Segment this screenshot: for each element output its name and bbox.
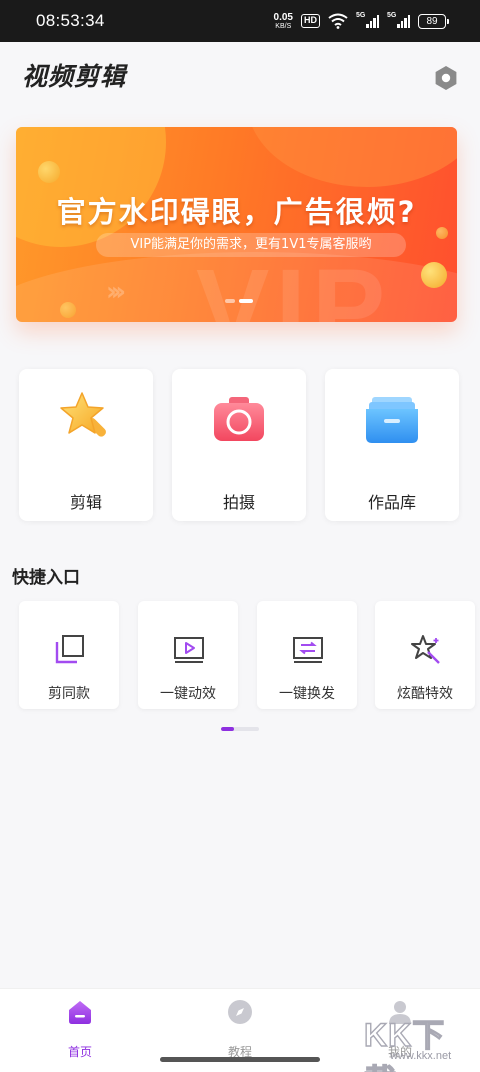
wifi-icon xyxy=(328,13,348,29)
quick-entry-label: 一键动效 xyxy=(160,686,216,702)
coin-icon xyxy=(60,302,76,318)
quick-entry-template[interactable]: 剪同款 xyxy=(19,601,119,709)
banner-subtitle: VIP能满足你的需求，更有1V1专属客服哟 xyxy=(96,233,406,257)
banner-title: 官方水印碍眼，广告很烦? xyxy=(56,195,417,229)
battery-level: 89 xyxy=(426,15,438,27)
watermark-text: KK下载 xyxy=(363,1016,446,1072)
watermark-url: www.kkx.net xyxy=(390,1050,452,1062)
quick-entry-animate[interactable]: 一键动效 xyxy=(138,601,238,709)
quick-entry-label: 剪同款 xyxy=(48,686,90,702)
home-indicator[interactable] xyxy=(160,1057,320,1062)
app-logo: 视频剪辑 xyxy=(22,62,127,91)
quick-entry-scroll-thumb xyxy=(221,727,234,731)
banner-decoration xyxy=(247,127,457,187)
banner-dot[interactable] xyxy=(225,299,235,303)
banner-pagination xyxy=(225,299,253,303)
nav-home-label: 首页 xyxy=(67,1045,92,1059)
banner-dot-active[interactable] xyxy=(239,299,253,303)
edit-tile[interactable]: 剪辑 xyxy=(19,369,153,521)
signal-1-label: 5G xyxy=(356,12,366,19)
compass-icon xyxy=(228,1000,252,1024)
hd-voice-icon: HD xyxy=(301,14,320,28)
coin-icon xyxy=(421,262,447,288)
status-time: 08:53:34 xyxy=(36,11,105,30)
quick-entry-label: 炫酷特效 xyxy=(397,686,453,702)
edit-tile-label: 剪辑 xyxy=(69,493,102,512)
quick-entry-title: 快捷入口 xyxy=(12,568,80,588)
copy-squares-icon xyxy=(55,635,84,664)
status-bar: 08:53:34 0.05 KB/S HD 5G 5G 89 xyxy=(0,0,480,42)
site-watermark: KK下载 www.kkx.net xyxy=(360,1010,476,1072)
vip-banner[interactable]: VIP ››› 官方水印碍眼，广告很烦? VIP能满足你的需求，更有1V1专属客… xyxy=(16,127,457,322)
library-tile-label: 作品库 xyxy=(367,493,416,512)
network-speed-unit: KB/S xyxy=(275,22,292,30)
quick-entry-hair-swap[interactable]: 一键换发 xyxy=(257,601,357,709)
app-header: 视频剪辑 xyxy=(0,42,480,112)
cell-signal-1-icon: 5G xyxy=(356,12,379,28)
nav-home[interactable]: 首页 xyxy=(30,999,130,1059)
shoot-tile[interactable]: 拍摄 xyxy=(172,369,306,521)
quick-entry-effects[interactable]: 炫酷特效 xyxy=(375,601,475,709)
folder-icon xyxy=(366,397,418,443)
battery-icon: 89 xyxy=(418,13,449,29)
signal-2-label: 5G xyxy=(387,12,397,19)
swap-frame-icon xyxy=(293,637,323,663)
nav-tutorial[interactable]: 教程 xyxy=(190,999,290,1059)
status-icons: 0.05 KB/S HD 5G 5G 89 xyxy=(273,11,449,30)
settings-icon[interactable] xyxy=(432,64,460,92)
cell-signal-2-icon: 5G xyxy=(387,12,410,28)
star-wand-icon xyxy=(60,392,106,437)
quick-entry-scroll-indicator xyxy=(221,727,259,731)
home-icon xyxy=(69,1001,91,1024)
network-speed-value: 0.05 xyxy=(273,11,293,23)
quick-entry-label: 一键换发 xyxy=(279,686,335,702)
play-frame-icon xyxy=(174,637,204,663)
chevron-right-icon: ››› xyxy=(106,277,126,307)
coin-icon xyxy=(38,161,60,183)
shoot-tile-label: 拍摄 xyxy=(222,493,255,512)
library-tile[interactable]: 作品库 xyxy=(325,369,459,521)
camera-icon xyxy=(214,397,264,441)
sparkle-star-icon xyxy=(411,635,440,664)
network-speed: 0.05 KB/S xyxy=(273,11,293,30)
